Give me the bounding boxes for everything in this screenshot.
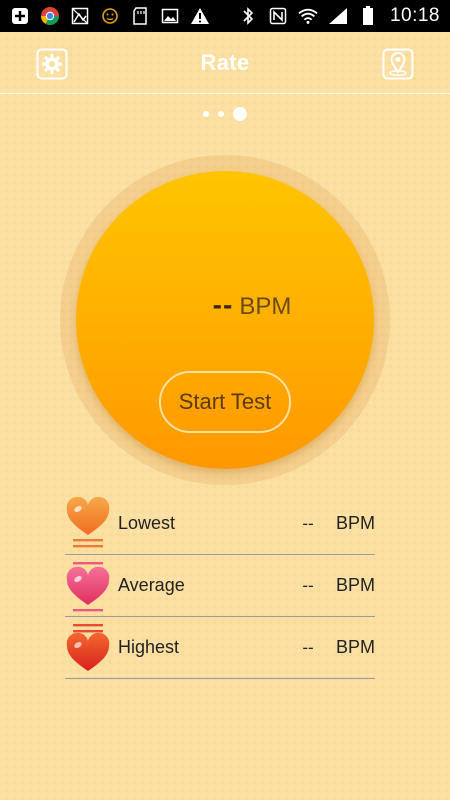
stat-label: Highest xyxy=(118,637,180,657)
page-title: Rate xyxy=(200,49,250,75)
face-icon xyxy=(100,6,120,26)
stats-list: Lowest -- BPM Average -- BPM Highest -- … xyxy=(65,493,375,679)
bpm-value: -- xyxy=(212,289,234,320)
wifi-icon xyxy=(298,6,318,26)
location-pin-icon xyxy=(382,48,414,80)
stat-row-average: Average -- BPM xyxy=(65,555,375,617)
page-indicator xyxy=(0,107,450,121)
page-dot[interactable] xyxy=(218,111,224,117)
stat-unit: BPM xyxy=(335,637,375,657)
chrome-icon xyxy=(40,6,60,26)
start-test-button[interactable]: Start Test xyxy=(159,371,291,433)
app-header: Rate xyxy=(0,32,450,94)
settings-button[interactable] xyxy=(36,48,68,80)
status-time: 10:18 xyxy=(389,5,440,26)
image-broken-icon xyxy=(70,6,90,26)
sd-card-icon xyxy=(130,6,150,26)
stat-unit: BPM xyxy=(335,513,375,533)
photo-icon xyxy=(160,6,180,26)
signal-icon xyxy=(328,6,348,26)
stat-value: -- xyxy=(302,637,314,657)
status-bar: 10:18 xyxy=(0,0,450,32)
bluetooth-icon xyxy=(238,6,258,26)
heart-lowest-icon xyxy=(65,496,111,551)
nfc-icon xyxy=(268,6,288,26)
status-system: 10:18 xyxy=(238,5,440,27)
location-button[interactable] xyxy=(382,48,414,80)
battery-icon xyxy=(358,6,378,26)
stat-row-highest: Highest -- BPM xyxy=(65,617,375,679)
stat-value: -- xyxy=(302,575,314,595)
plus-box-icon xyxy=(10,6,30,26)
stat-label: Average xyxy=(118,575,185,595)
status-notifications xyxy=(10,6,210,26)
bpm-unit: BPM xyxy=(239,293,292,320)
stat-value: -- xyxy=(302,513,314,533)
settings-gear-icon xyxy=(36,48,68,80)
bpm-readout: -- BPM xyxy=(76,289,374,321)
measure-circle: -- BPM Start Test xyxy=(76,171,374,469)
warning-icon xyxy=(190,6,210,26)
heart-highest-icon xyxy=(65,621,111,675)
heart-average-icon xyxy=(65,559,111,613)
page-dot[interactable] xyxy=(203,111,209,117)
page-dot-active[interactable] xyxy=(233,107,247,121)
stat-unit: BPM xyxy=(335,575,375,595)
stat-row-lowest: Lowest -- BPM xyxy=(65,493,375,555)
stat-label: Lowest xyxy=(118,513,176,533)
